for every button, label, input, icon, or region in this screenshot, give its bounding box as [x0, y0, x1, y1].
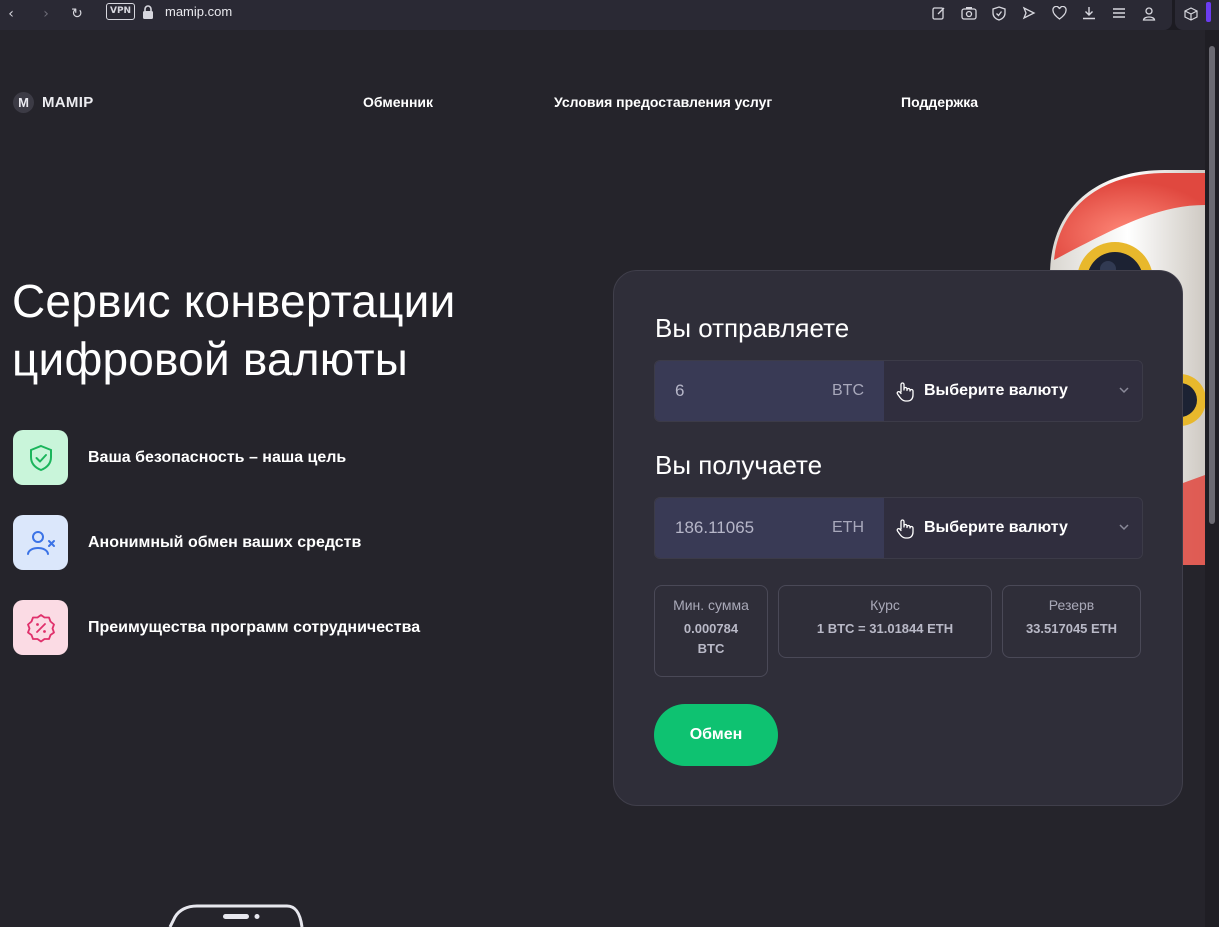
- exchange-button[interactable]: Обмен: [654, 704, 778, 766]
- send-row: BTC Выберите валюту: [654, 360, 1143, 422]
- min-amount-title: Мин. сумма: [673, 597, 749, 613]
- reload-icon[interactable]: ↻: [66, 3, 88, 25]
- menu-icon[interactable]: [1108, 3, 1130, 23]
- site-logo[interactable]: M MAMIP: [13, 92, 94, 113]
- feature-partners-text: Преимущества программ сотрудничества: [88, 618, 421, 636]
- send-currency-code: BTC: [832, 382, 864, 399]
- send-label: Вы отправляете: [655, 313, 850, 343]
- phone-illustration: [168, 904, 304, 927]
- feature-security-text: Ваша безопасность – наша цель: [88, 448, 347, 466]
- receive-row: ETH Выберите валюту: [654, 497, 1143, 559]
- edit-icon[interactable]: [928, 3, 950, 23]
- lock-icon: [143, 5, 153, 19]
- reserve-box: Резерв 33.517045 ETH: [1002, 585, 1141, 658]
- vpn-badge[interactable]: VPN: [106, 3, 136, 20]
- download-icon[interactable]: [1078, 3, 1100, 23]
- reserve-title: Резерв: [1048, 597, 1095, 613]
- logo-mark-icon: M: [13, 92, 34, 113]
- heart-icon[interactable]: [1048, 3, 1070, 23]
- chevron-down-icon: [1119, 387, 1129, 394]
- nav-link-support[interactable]: Поддержка: [901, 93, 978, 111]
- logo-text: MAMIP: [42, 94, 94, 111]
- shield-check-icon: [13, 430, 68, 485]
- send-amount-input[interactable]: [675, 361, 815, 421]
- rate-value: 1 BTC = 31.01844 ETH: [816, 621, 954, 636]
- rate-box: Курс 1 BTC = 31.01844 ETH: [778, 585, 992, 658]
- page-scrollbar[interactable]: [1205, 30, 1219, 927]
- receive-amount-box: ETH: [655, 498, 884, 558]
- profile-icon[interactable]: [1138, 3, 1160, 23]
- reserve-value: 33.517045 ETH: [1025, 621, 1118, 636]
- extensions-icon[interactable]: [1180, 3, 1202, 25]
- sidebar-accent: [1206, 2, 1211, 22]
- min-amount-currency: BTC: [697, 641, 725, 656]
- receive-currency-select[interactable]: Выберите валюту: [884, 498, 1142, 558]
- hero-title: Сервис конвертации цифровой валюты: [12, 272, 572, 388]
- hero-title-line2: цифровой валюты: [12, 333, 408, 385]
- camera-icon[interactable]: [958, 3, 980, 23]
- user-x-icon: [13, 515, 68, 570]
- feature-anonymous: Анонимный обмен ваших средств: [13, 515, 361, 570]
- send-icon[interactable]: [1018, 3, 1040, 23]
- nav-link-terms[interactable]: Условия предоставления услуг: [554, 93, 772, 111]
- receive-amount-input[interactable]: [675, 498, 815, 558]
- feature-anonymous-text: Анонимный обмен ваших средств: [88, 533, 362, 551]
- receive-select-label: Выберите валюту: [924, 519, 1068, 536]
- nav-link-exchanger[interactable]: Обменник: [363, 93, 433, 111]
- min-amount-number: 0.000784: [683, 621, 739, 636]
- browser-toolbar: ‹ › ↻ VPN mamip.com: [0, 0, 1219, 30]
- receive-currency-code: ETH: [832, 519, 864, 536]
- send-currency-select[interactable]: Выберите валюту: [884, 361, 1142, 421]
- discount-badge-icon: [13, 600, 68, 655]
- scrollbar-thumb[interactable]: [1209, 46, 1215, 524]
- send-select-label: Выберите валюту: [924, 382, 1068, 399]
- feature-partners: Преимущества программ сотрудничества: [13, 600, 420, 655]
- receive-label: Вы получаете: [655, 450, 823, 480]
- back-icon[interactable]: ‹: [0, 3, 22, 25]
- feature-security: Ваша безопасность – наша цель: [13, 430, 346, 485]
- address-url[interactable]: mamip.com: [165, 3, 232, 20]
- shield-icon[interactable]: [988, 3, 1010, 23]
- hand-pointer-icon: [896, 382, 914, 402]
- exchange-card: Вы отправляете BTC Выберите валюту Вы по…: [613, 270, 1183, 806]
- send-amount-box: BTC: [655, 361, 884, 421]
- min-amount-value: 0.000784 BTC: [655, 619, 767, 659]
- min-amount-box: Мин. сумма 0.000784 BTC: [654, 585, 768, 677]
- rate-title: Курс: [870, 597, 900, 613]
- forward-icon[interactable]: ›: [35, 3, 57, 25]
- hand-pointer-icon: [896, 519, 914, 539]
- chevron-down-icon: [1119, 524, 1129, 531]
- hero-title-line1: Сервис конвертации: [12, 275, 456, 327]
